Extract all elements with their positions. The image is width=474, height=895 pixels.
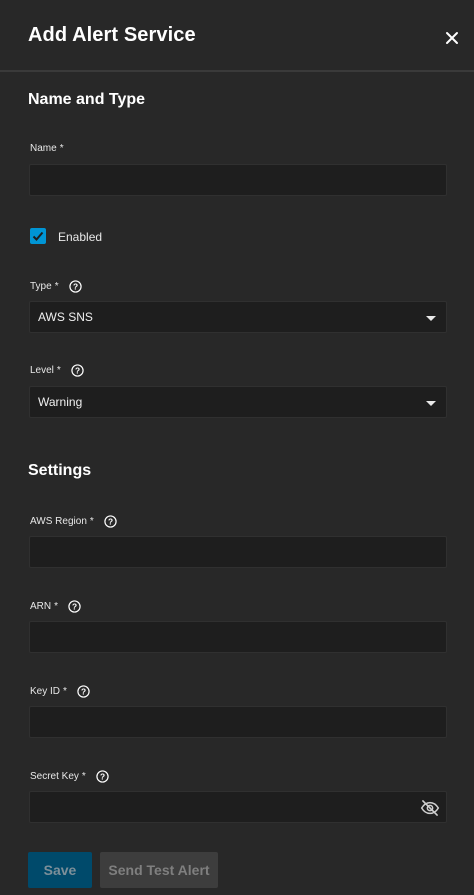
dialog-header: Add Alert Service: [0, 0, 474, 72]
section-name-and-type: Name and Type: [28, 91, 146, 108]
enabled-checkbox[interactable]: [30, 228, 46, 244]
svg-text:?: ?: [100, 772, 105, 782]
type-select[interactable]: AWS SNS: [29, 301, 447, 333]
dropdown-caret-icon: [426, 316, 436, 321]
secret-key-input[interactable]: [29, 791, 447, 823]
visibility-off-icon[interactable]: [420, 798, 440, 818]
name-label: Name *: [30, 143, 64, 154]
type-label: Type * ?: [30, 280, 82, 293]
help-icon[interactable]: ?: [104, 515, 117, 528]
dropdown-caret-icon: [426, 401, 436, 406]
help-icon[interactable]: ?: [68, 600, 81, 613]
aws-region-label: AWS Region * ?: [30, 515, 117, 528]
section-settings: Settings: [28, 462, 92, 479]
arn-label: ARN * ?: [30, 600, 81, 613]
aws-region-input[interactable]: [29, 536, 447, 568]
send-test-alert-button[interactable]: Send Test Alert: [100, 852, 218, 888]
svg-text:?: ?: [108, 517, 113, 527]
name-input[interactable]: [29, 164, 447, 196]
svg-text:?: ?: [81, 687, 86, 697]
help-icon[interactable]: ?: [71, 364, 84, 377]
help-icon[interactable]: ?: [77, 685, 90, 698]
arn-input[interactable]: [29, 621, 447, 653]
level-select[interactable]: Warning: [29, 386, 447, 418]
svg-text:?: ?: [73, 282, 78, 292]
secret-key-label: Secret Key * ?: [30, 770, 109, 783]
level-label: Level * ?: [30, 364, 84, 377]
enabled-label: Enabled: [58, 230, 103, 244]
help-icon[interactable]: ?: [96, 770, 109, 783]
key-id-input[interactable]: [29, 706, 447, 738]
checkmark-icon: [32, 231, 44, 241]
help-icon[interactable]: ?: [68, 280, 82, 293]
dialog-title: Add Alert Service: [28, 24, 196, 46]
svg-text:?: ?: [72, 602, 77, 612]
save-button[interactable]: Save: [28, 852, 92, 888]
svg-text:?: ?: [75, 366, 80, 376]
close-icon[interactable]: [440, 26, 464, 50]
key-id-label: Key ID * ?: [30, 685, 90, 698]
